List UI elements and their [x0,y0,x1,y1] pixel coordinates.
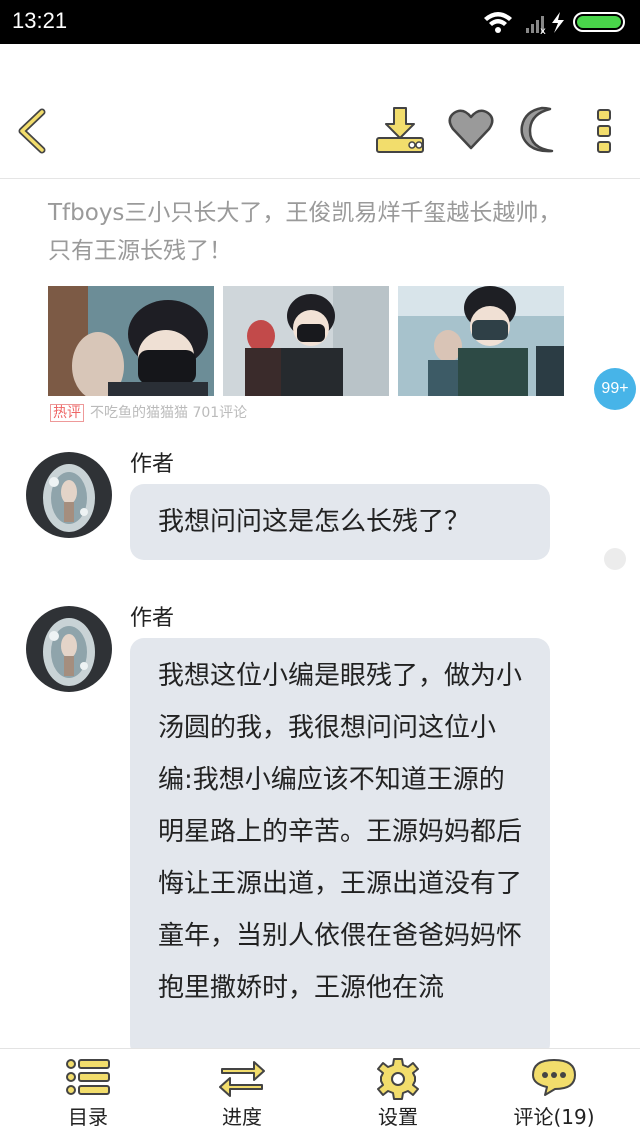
status-bar: 13:21 x [0,0,640,44]
article-meta: 热评 不吃鱼的猫猫猫 701评论 [50,402,247,422]
scroll-indicator[interactable] [604,548,626,570]
article-title: Tfboys三小只长大了，王俊凯易烊千玺越长越帅，只有王源长残了！ [48,200,562,264]
nav-item-progress[interactable]: 进度 [162,1049,322,1139]
signal-icon: x [526,16,546,37]
nav-label: 进度 [222,1105,262,1129]
avatar[interactable] [26,452,112,538]
download-icon[interactable] [374,106,426,160]
unread-badge[interactable]: 99+ [594,368,636,410]
comment-author: 作者 [130,606,175,631]
gear-icon [377,1058,419,1100]
comment-bubble[interactable]: 我想问问这是怎么长残了？ [130,484,550,560]
article-photo [48,286,214,396]
nav-label: 设置 [378,1105,418,1129]
wifi-icon [484,12,512,33]
svg-text:x: x [540,26,546,36]
quoted-article[interactable]: Tfboys三小只长大了，王俊凯易烊千玺越长越帅，只有王源长残了！ 热评 不吃鱼… [48,194,568,422]
nav-item-toc[interactable]: 目录 [8,1049,168,1139]
comment-text: 我想这位小编是眼残了，做为小汤圆的我，我很想问问这位小编:我想小编应该不知道王源… [158,661,523,1003]
night-mode-icon[interactable] [520,106,564,158]
chat-icon [532,1059,576,1096]
status-time: 13:21 [12,8,68,33]
article-thumbnails [48,286,564,396]
comment-author: 作者 [130,452,175,477]
avatar[interactable] [26,606,112,692]
more-menu-icon[interactable] [596,108,612,158]
charging-icon [552,12,564,33]
list-icon [66,1059,110,1095]
nav-label: 评论(19) [513,1105,595,1129]
battery-icon [573,12,625,32]
nav-label: 目录 [68,1105,108,1129]
article-meta-text: 不吃鱼的猫猫猫 701评论 [90,405,248,421]
comment-text: 我想问问这是怎么长残了？ [158,507,471,537]
nav-item-comments[interactable]: 评论(19) [474,1049,634,1139]
favorite-heart-icon[interactable] [448,108,494,154]
hot-tag: 热评 [50,404,84,422]
swap-icon [219,1061,265,1097]
comment-bubble[interactable]: 我想这位小编是眼残了，做为小汤圆的我，我很想问问这位小编:我想小编应该不知道王源… [130,638,550,1058]
nav-item-settings[interactable]: 设置 [318,1049,478,1139]
article-photo [398,286,564,396]
article-photo [223,286,389,396]
status-icons: x [482,8,632,37]
top-toolbar [0,44,640,179]
bottom-nav: 目录 进度 设置 评论(19) [0,1048,640,1139]
back-icon[interactable] [16,108,48,158]
